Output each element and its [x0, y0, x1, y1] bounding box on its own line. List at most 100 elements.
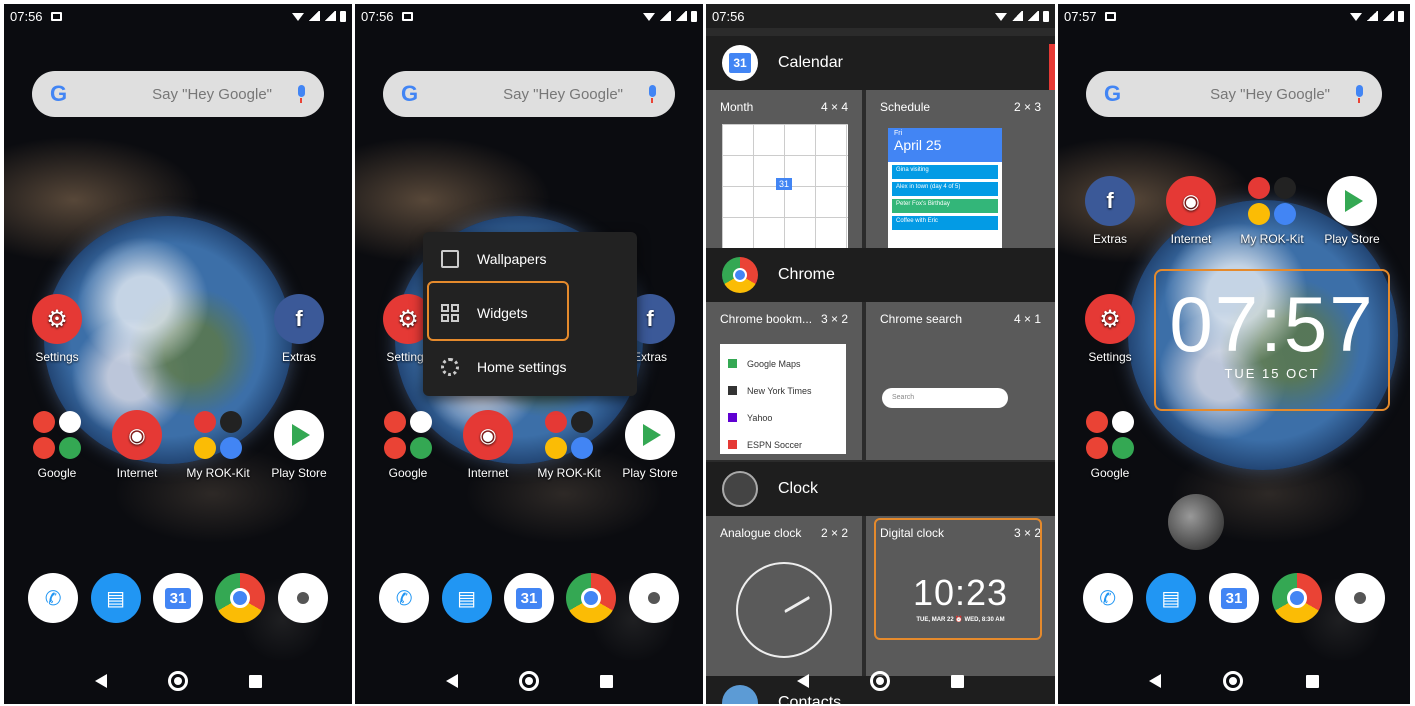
back-button[interactable] — [796, 674, 809, 688]
play-store-app[interactable]: Play Store — [614, 410, 686, 480]
moon-wallpaper — [1168, 494, 1224, 550]
mic-icon[interactable] — [296, 85, 306, 103]
recents-button[interactable] — [248, 674, 262, 688]
recents-button[interactable] — [599, 674, 613, 688]
calendar-icon[interactable]: 31 — [1208, 573, 1259, 623]
signal-icon — [1366, 11, 1378, 21]
chrome-bookmarks-widget[interactable]: Chrome bookm... 3 × 2 Google Maps New Yo… — [706, 302, 862, 460]
home-button[interactable] — [167, 671, 188, 691]
play-store-app[interactable]: Play Store — [1316, 176, 1388, 246]
rokkit-folder[interactable]: My ROK-Kit — [533, 410, 605, 480]
app-label: My ROK-Kit — [1240, 232, 1304, 246]
widget-picker-panel: 07:56 31 Calendar Month 4 × 4 31 Schedul… — [706, 4, 1055, 704]
signal-icon — [324, 11, 336, 21]
app-label: Internet — [116, 466, 158, 480]
widgets-highlight — [427, 281, 569, 341]
app-label: Play Store — [622, 466, 678, 480]
chrome-icon[interactable] — [566, 573, 617, 623]
menu-item-label: Wallpapers — [477, 251, 547, 267]
signal-icon — [675, 11, 687, 21]
calendar-widget-header: 31 Calendar — [706, 36, 1055, 90]
internet-app[interactable]: ◉ Internet — [101, 410, 173, 480]
back-button[interactable] — [445, 674, 458, 688]
rokkit-folder[interactable]: My ROK-Kit — [182, 410, 254, 480]
widget-size: 3 × 2 — [820, 312, 848, 326]
internet-icon: ◉ — [112, 410, 162, 460]
phone-icon[interactable]: ✆ — [1082, 573, 1133, 623]
internet-app[interactable]: ◉ Internet — [452, 410, 524, 480]
home-button[interactable] — [518, 671, 539, 691]
widget-label: Chrome search — [880, 312, 963, 326]
digital-clock-widget[interactable]: 07:57 TUE 15 OCT — [1154, 269, 1390, 411]
settings-app[interactable]: ⚙ Settings — [1074, 294, 1146, 364]
calendar-icon[interactable]: 31 — [152, 573, 203, 623]
settings-app[interactable]: ⚙ Settings — [21, 294, 93, 364]
image-notification-icon — [1104, 11, 1116, 21]
nav-bar — [355, 666, 703, 696]
section-title: Calendar — [778, 54, 843, 71]
clock-widget-header: Clock — [706, 462, 1055, 516]
recents-button[interactable] — [1305, 674, 1319, 688]
section-title: Chrome — [778, 266, 835, 283]
widget-size: 4 × 4 — [820, 100, 848, 114]
signal-icon — [1027, 11, 1039, 21]
extras-folder[interactable]: f Extras — [1074, 176, 1146, 246]
bookmarks-preview: Google Maps New York Times Yahoo ESPN So… — [720, 344, 846, 454]
camera-icon[interactable] — [277, 573, 328, 623]
play-store-icon — [1327, 176, 1377, 226]
messages-icon[interactable]: ▤ — [1145, 573, 1196, 623]
back-button[interactable] — [1149, 674, 1162, 688]
chrome-icon[interactable] — [215, 573, 266, 623]
calendar-month-widget[interactable]: Month 4 × 4 31 — [706, 90, 862, 248]
play-store-app[interactable]: Play Store — [263, 410, 335, 480]
widget-label: Schedule — [880, 100, 931, 114]
google-search-bar[interactable]: G Say "Hey Google" — [32, 71, 324, 117]
analogue-clock-widget[interactable]: Analogue clock 2 × 2 — [706, 516, 862, 676]
menu-item-wallpapers[interactable]: Wallpapers — [423, 232, 637, 286]
chrome-icon[interactable] — [1272, 573, 1323, 623]
internet-app[interactable]: ◉ Internet — [1155, 176, 1227, 246]
extras-folder[interactable]: f Extras — [263, 294, 335, 364]
calendar-schedule-widget[interactable]: Schedule 2 × 3 Fri April 25 Gina visiting… — [866, 90, 1055, 248]
google-search-bar[interactable]: G Say "Hey Google" — [1086, 71, 1382, 117]
wallpaper-icon — [441, 250, 459, 268]
nav-bar — [4, 666, 352, 696]
menu-item-label: Home settings — [477, 359, 567, 375]
home-button[interactable] — [1223, 671, 1244, 691]
calendar-icon[interactable]: 31 — [503, 573, 554, 623]
phone-icon[interactable]: ✆ — [379, 573, 430, 623]
app-label: Internet — [1170, 232, 1212, 246]
dock: ✆ ▤ 31 — [355, 573, 703, 623]
google-folder[interactable]: Google — [21, 410, 93, 480]
wifi-icon — [1350, 13, 1362, 21]
phone-icon[interactable]: ✆ — [28, 573, 79, 623]
clock-icon — [722, 471, 758, 507]
recents-button[interactable] — [951, 674, 965, 688]
status-time: 07:57 — [1064, 8, 1097, 24]
app-label: Settings — [1088, 350, 1132, 364]
chrome-widget-header: Chrome — [706, 248, 1055, 302]
widget-size: 4 × 1 — [1013, 312, 1041, 326]
app-label: Google — [37, 466, 77, 480]
mic-icon[interactable] — [647, 85, 657, 103]
wifi-icon — [292, 13, 304, 21]
camera-icon[interactable] — [628, 573, 679, 623]
back-button[interactable] — [94, 674, 107, 688]
app-label: Google — [388, 466, 428, 480]
rokkit-folder[interactable]: My ROK-Kit — [1236, 176, 1308, 246]
chrome-search-widget[interactable]: Chrome search 4 × 1 Search — [866, 302, 1055, 460]
messages-icon[interactable]: ▤ — [90, 573, 141, 623]
google-search-bar[interactable]: G Say "Hey Google" — [383, 71, 675, 117]
event: Peter Fox's Birthday — [892, 199, 998, 213]
app-label: Internet — [467, 466, 509, 480]
messages-icon[interactable]: ▤ — [441, 573, 492, 623]
google-folder[interactable]: Google — [1074, 410, 1146, 480]
google-folder[interactable]: Google — [372, 410, 444, 480]
home-button[interactable] — [869, 671, 890, 691]
mic-icon[interactable] — [1354, 85, 1364, 103]
google-folder-icon — [32, 410, 82, 460]
camera-icon[interactable] — [1335, 573, 1386, 623]
search-hint: Say "Hey Google" — [1210, 85, 1330, 103]
scrollbar[interactable] — [1049, 44, 1055, 92]
menu-item-home-settings[interactable]: Home settings — [423, 340, 637, 394]
